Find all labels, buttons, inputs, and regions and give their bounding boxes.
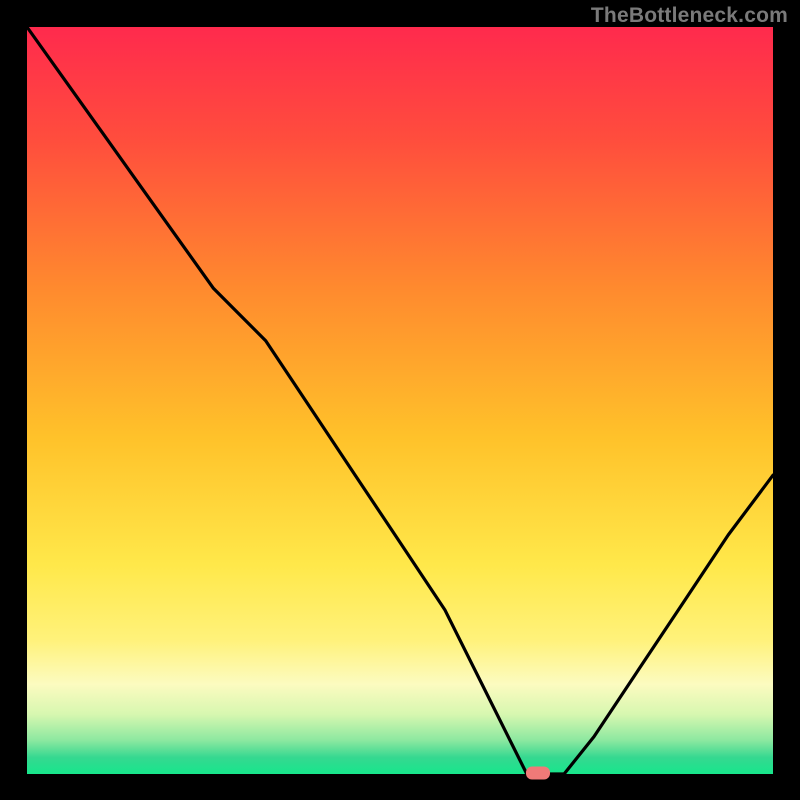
bottleneck-chart: TheBottleneck.com: [0, 0, 800, 800]
chart-svg: [0, 0, 800, 800]
attribution-label: TheBottleneck.com: [591, 4, 788, 28]
optimum-marker: [526, 767, 550, 780]
plot-background: [27, 27, 773, 774]
